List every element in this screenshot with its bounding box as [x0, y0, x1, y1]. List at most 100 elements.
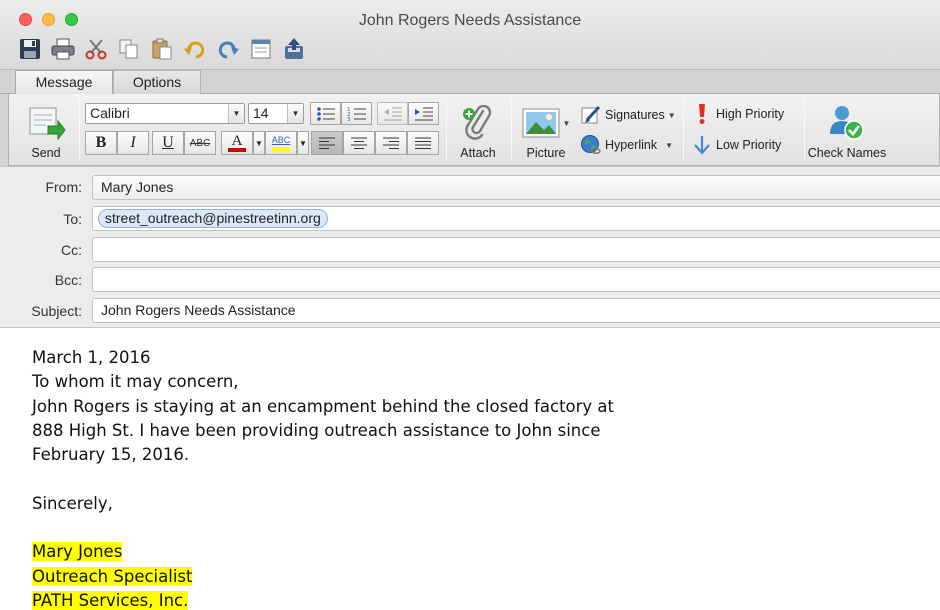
low-priority-label: Low Priority [716, 138, 782, 152]
mail-compose-window: John Rogers Needs Assistance Message Opt… [0, 0, 940, 610]
high-priority-button[interactable]: High Priority [691, 103, 784, 125]
chevron-down-icon: ▼ [665, 140, 674, 150]
from-label: From: [45, 179, 82, 195]
bold-button[interactable]: B [85, 131, 117, 155]
signature-title: Outreach Specialist [32, 566, 193, 586]
body-line [32, 467, 912, 491]
highlight-dropdown[interactable]: ▼ [297, 131, 309, 155]
highlight-button[interactable]: ABC [265, 131, 297, 155]
title-bar: John Rogers Needs Assistance [0, 0, 940, 70]
check-names-label: Check Names [807, 146, 887, 160]
chevron-down-icon[interactable]: ▼ [228, 104, 244, 123]
signature-pen-icon [580, 104, 602, 126]
arrow-down-icon [691, 134, 713, 156]
attach-label: Attach [460, 146, 496, 160]
picture-label: Picture [526, 146, 566, 160]
signature-name: Mary Jones [32, 542, 123, 562]
align-right-button[interactable] [375, 131, 407, 155]
align-left-icon [319, 137, 335, 149]
subject-label: Subject: [31, 303, 82, 319]
print-icon[interactable] [51, 37, 75, 61]
body-line [32, 516, 912, 540]
tab-options[interactable]: Options [113, 70, 201, 94]
paperclip-icon [461, 104, 495, 142]
font-color-label: A [231, 133, 243, 149]
cut-icon[interactable] [84, 37, 108, 61]
from-field[interactable]: Mary Jones [92, 175, 940, 200]
numbered-list-icon: 123 [347, 107, 366, 122]
body-line: Sincerely, [32, 493, 113, 513]
undo-icon[interactable] [183, 37, 207, 61]
message-body[interactable]: March 1, 2016 To whom it may concern, Jo… [32, 346, 912, 610]
hyperlink-button[interactable]: Hyperlink ▼ [580, 134, 673, 156]
justify-button[interactable] [407, 131, 439, 155]
outdent-icon [383, 107, 402, 120]
exclamation-icon [691, 103, 713, 125]
chevron-down-icon: ▼ [255, 138, 263, 148]
copy-icon[interactable] [117, 37, 141, 61]
bcc-field[interactable] [92, 267, 940, 292]
hyperlink-label: Hyperlink [605, 138, 658, 152]
align-center-icon [351, 137, 367, 149]
signatures-label: Signatures [605, 108, 665, 122]
font-size-combo[interactable]: 14 ▼ [248, 103, 304, 124]
upload-icon[interactable] [282, 37, 306, 61]
send-icon [26, 104, 66, 142]
form-icon[interactable] [249, 37, 273, 61]
align-center-button[interactable] [343, 131, 375, 155]
strikethrough-button[interactable]: ABC [184, 131, 216, 155]
cc-label: Cc: [61, 242, 82, 258]
font-name-combo[interactable]: Calibri ▼ [85, 103, 245, 124]
bullet-list-icon [316, 106, 335, 121]
paste-icon[interactable] [150, 37, 174, 61]
redo-icon[interactable] [216, 37, 240, 61]
align-right-icon [383, 137, 399, 149]
decrease-indent-button[interactable] [377, 102, 408, 125]
check-names-button[interactable]: Check Names [806, 94, 888, 164]
recipient-token[interactable]: street_outreach@pinestreetinn.org [98, 209, 328, 228]
to-field[interactable]: street_outreach@pinestreetinn.org [92, 206, 940, 231]
subject-field[interactable]: John Rogers Needs Assistance [92, 298, 940, 323]
align-left-button[interactable] [311, 131, 343, 155]
send-button[interactable]: Send [19, 94, 73, 164]
font-color-button[interactable]: A [221, 131, 253, 155]
underline-label: U [162, 134, 174, 151]
ribbon-separator [511, 100, 512, 160]
italic-label: I [130, 134, 136, 151]
subject-value: John Rogers Needs Assistance [101, 302, 296, 318]
low-priority-button[interactable]: Low Priority [691, 134, 781, 156]
body-line: March 1, 2016 [32, 348, 151, 367]
globe-link-icon [580, 134, 602, 156]
underline-button[interactable]: U [152, 131, 184, 155]
ribbon-left-gutter [0, 94, 8, 166]
attach-button[interactable]: Attach [453, 94, 503, 164]
picture-button[interactable]: ▼ Picture [517, 94, 575, 164]
body-line: John Rogers is staying at an encampment … [32, 396, 615, 416]
body-line: 888 High St. I have been providing outre… [32, 420, 601, 440]
save-icon[interactable] [18, 37, 42, 61]
window-title: John Rogers Needs Assistance [358, 12, 582, 29]
font-color-swatch [228, 148, 246, 152]
body-line: February 15, 2016. [32, 445, 190, 465]
picture-icon: ▼ [522, 104, 570, 142]
cc-field[interactable] [92, 237, 940, 262]
highlight-label: ABC [271, 135, 291, 145]
numbered-list-button[interactable]: 123 [341, 102, 372, 125]
italic-button[interactable]: I [117, 131, 149, 155]
font-color-dropdown[interactable]: ▼ [253, 131, 265, 155]
bullet-list-button[interactable] [310, 102, 341, 125]
ribbon-separator [683, 100, 684, 160]
ribbon-separator [79, 100, 80, 160]
to-label: To: [63, 211, 82, 227]
ribbon-tab-strip: Message Options [0, 70, 940, 95]
increase-indent-button[interactable] [408, 102, 439, 125]
body-line: To whom it may concern, [32, 372, 239, 392]
signatures-button[interactable]: Signatures ▼ [580, 104, 676, 126]
bold-label: B [95, 134, 107, 151]
chevron-down-icon[interactable]: ▼ [287, 104, 303, 123]
strikethrough-label: ABC [189, 137, 211, 149]
justify-icon [415, 137, 431, 149]
tab-message[interactable]: Message [15, 70, 113, 95]
high-priority-label: High Priority [716, 107, 785, 121]
bcc-label: Bcc: [54, 272, 82, 288]
